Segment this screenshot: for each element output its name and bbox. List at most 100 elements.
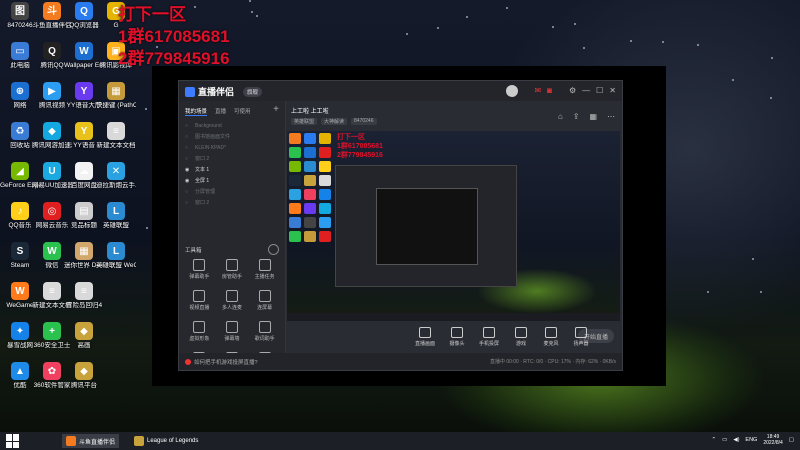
settings-icon[interactable]: ⚙	[569, 86, 576, 95]
visibility-eye-icon[interactable]: ◉	[185, 167, 191, 173]
tool-item[interactable]: 主播任务	[248, 259, 281, 280]
tool-label: 多人连麦	[221, 305, 242, 311]
preview-overlay-line-2: 1群617085681	[337, 143, 383, 150]
preview-app-icon	[304, 217, 316, 228]
source-label: 文本 1	[195, 167, 210, 173]
tool-icon	[193, 290, 206, 302]
tool-icon	[193, 259, 206, 271]
star	[696, 43, 699, 46]
maximize-icon[interactable]: ☐	[596, 86, 603, 95]
star	[661, 40, 664, 43]
app-icon: ⊕	[11, 82, 29, 100]
star	[770, 56, 773, 59]
desktop-icon[interactable]: L 英雄联盟	[96, 202, 136, 229]
tool-item[interactable]: 弹幕墙	[216, 321, 249, 342]
tray-expand-icon[interactable]: ⌃	[712, 437, 717, 443]
stream-tag[interactable]: 英雄联盟	[291, 118, 318, 125]
source-item[interactable]: ○ KLEIN KPAD*	[185, 142, 279, 153]
preview-app-icon	[319, 175, 331, 186]
share-icon[interactable]: ⇪	[573, 112, 580, 121]
control-button[interactable]: 手机投屏	[477, 327, 501, 347]
control-button[interactable]: 摄像头	[445, 327, 469, 347]
source-item[interactable]: ◉ 文本 1	[185, 164, 279, 175]
avatar[interactable]	[506, 85, 518, 97]
network-icon[interactable]: ▭	[722, 437, 727, 443]
desktop-icon-label: 高画	[77, 342, 91, 349]
more-tools-icon[interactable]	[268, 244, 279, 255]
tools-grid: 弹幕助手 房管助手 主播任务视频直播 多人连麦 连屏幕虚拟形象 弹幕墙 歌词助手	[183, 259, 281, 366]
tool-item[interactable]: 视频直播	[183, 290, 216, 311]
gift-icon[interactable]: ◙	[547, 86, 552, 95]
control-button[interactable]: 游戏	[509, 327, 533, 347]
source-item[interactable]: ◉ 全屏 1	[185, 175, 279, 186]
visibility-eye-icon[interactable]: ○	[185, 145, 191, 151]
desktop-icon[interactable]: ▦ 快捷键 (PathOfVi...	[96, 82, 136, 109]
notice-message[interactable]: 如何把手机游戏投屏直播?	[179, 358, 258, 366]
tool-item[interactable]: 多人连麦	[216, 290, 249, 311]
tool-item[interactable]: 歌词助手	[248, 321, 281, 342]
tab-my-scenes[interactable]: 我的场景	[185, 107, 208, 116]
taskbar-item-lol[interactable]: League of Legends	[130, 434, 202, 448]
control-button[interactable]: 扬声器	[569, 327, 593, 347]
star	[551, 25, 554, 28]
star	[573, 22, 576, 25]
tool-item[interactable]: 虚拟形象	[183, 321, 216, 342]
app-icon: L	[107, 242, 125, 260]
app-version-badge[interactable]: 旗舰	[243, 87, 263, 97]
taskbar: 斗鱼直播伴侣 League of Legends ⌃ ▭ ◀) ENG 18:4…	[0, 432, 800, 450]
tool-item[interactable]: 弹幕助手	[183, 259, 216, 280]
desktop-icon[interactable]: ≡ 冒险岛回归4	[64, 282, 104, 309]
notice-text: 如何把手机游戏投屏直播?	[194, 359, 258, 366]
app-icon: ☁	[75, 162, 93, 180]
preview-app-icon	[304, 189, 316, 200]
stream-tag[interactable]: 大神解读	[321, 118, 348, 125]
preview-app-icon	[304, 175, 316, 186]
desktop-icon[interactable]: ◆ 腾讯平台	[64, 362, 104, 389]
source-item[interactable]: ○ 分屏管理	[185, 186, 279, 197]
more-icon[interactable]: ⋯	[607, 112, 615, 121]
source-item[interactable]: ○ 窗口 2	[185, 197, 279, 208]
stream-stats: 直播中 00:00 · RTC: 0/0 · CPU: 17% · 内存: 62…	[489, 359, 616, 365]
close-icon[interactable]: ✕	[609, 86, 616, 95]
source-item[interactable]: ○ Background	[185, 120, 279, 131]
desktop-icon[interactable]: ≡ 新建文本文档	[96, 122, 136, 149]
tab-available[interactable]: 可使用	[234, 107, 251, 116]
taskbar-item-douyu[interactable]: 斗鱼直播伴侣	[62, 434, 120, 448]
visibility-eye-icon[interactable]: ○	[185, 134, 191, 140]
minimize-icon[interactable]: —	[582, 86, 590, 95]
volume-icon[interactable]: ◀)	[733, 437, 739, 443]
tool-label: 虚拟形象	[189, 336, 210, 342]
visibility-eye-icon[interactable]: ○	[185, 200, 191, 206]
notification-icon[interactable]: ▢	[789, 437, 794, 443]
source-label: 分屏管理	[195, 189, 216, 195]
desktop-icon[interactable]: ◆ 高画	[64, 322, 104, 349]
layout-icon[interactable]: ▦	[589, 112, 597, 121]
message-icon[interactable]: ✉	[534, 86, 541, 95]
desktop-icon[interactable]: ✕ 迪拉斯烟云手...	[96, 162, 136, 189]
tool-item[interactable]: 连屏幕	[248, 290, 281, 311]
preview-overlay-line-1: 打下一区	[337, 134, 365, 141]
preview-nested-window	[335, 165, 517, 287]
clock[interactable]: 18:49 2022/8/4	[763, 434, 782, 446]
language-indicator[interactable]: ENG	[745, 437, 757, 443]
visibility-eye-icon[interactable]: ○	[185, 123, 191, 129]
control-button[interactable]: 直播画面	[413, 327, 437, 347]
preview-app-icon	[289, 161, 301, 172]
scene-tabs: 我的场景 直播 可使用	[179, 101, 285, 120]
control-button[interactable]: 麦克风	[539, 327, 563, 347]
add-source-icon[interactable]: +	[273, 104, 279, 115]
gift-box-icon[interactable]: ⌂	[558, 112, 563, 121]
taskbar-item-label: League of Legends	[147, 438, 199, 444]
tool-item[interactable]: 房管助手	[216, 259, 249, 280]
tab-live[interactable]: 直播	[215, 107, 226, 116]
stream-preview[interactable]: 打下一区 1群617085681 2群779845916	[287, 131, 620, 321]
desktop-icon[interactable]: L 英雄联盟 WeGame版	[96, 242, 136, 269]
stream-title[interactable]: 上工啦 上工啦	[291, 106, 329, 115]
windows-start-icon[interactable]	[6, 434, 20, 448]
source-item[interactable]: ○ 窗口 2	[185, 153, 279, 164]
visibility-eye-icon[interactable]: ◉	[185, 178, 191, 184]
visibility-eye-icon[interactable]: ○	[185, 189, 191, 195]
source-item[interactable]: ○ 图书馆画面文件	[185, 131, 279, 142]
control-label: 手机投屏	[478, 341, 499, 347]
visibility-eye-icon[interactable]: ○	[185, 156, 191, 162]
